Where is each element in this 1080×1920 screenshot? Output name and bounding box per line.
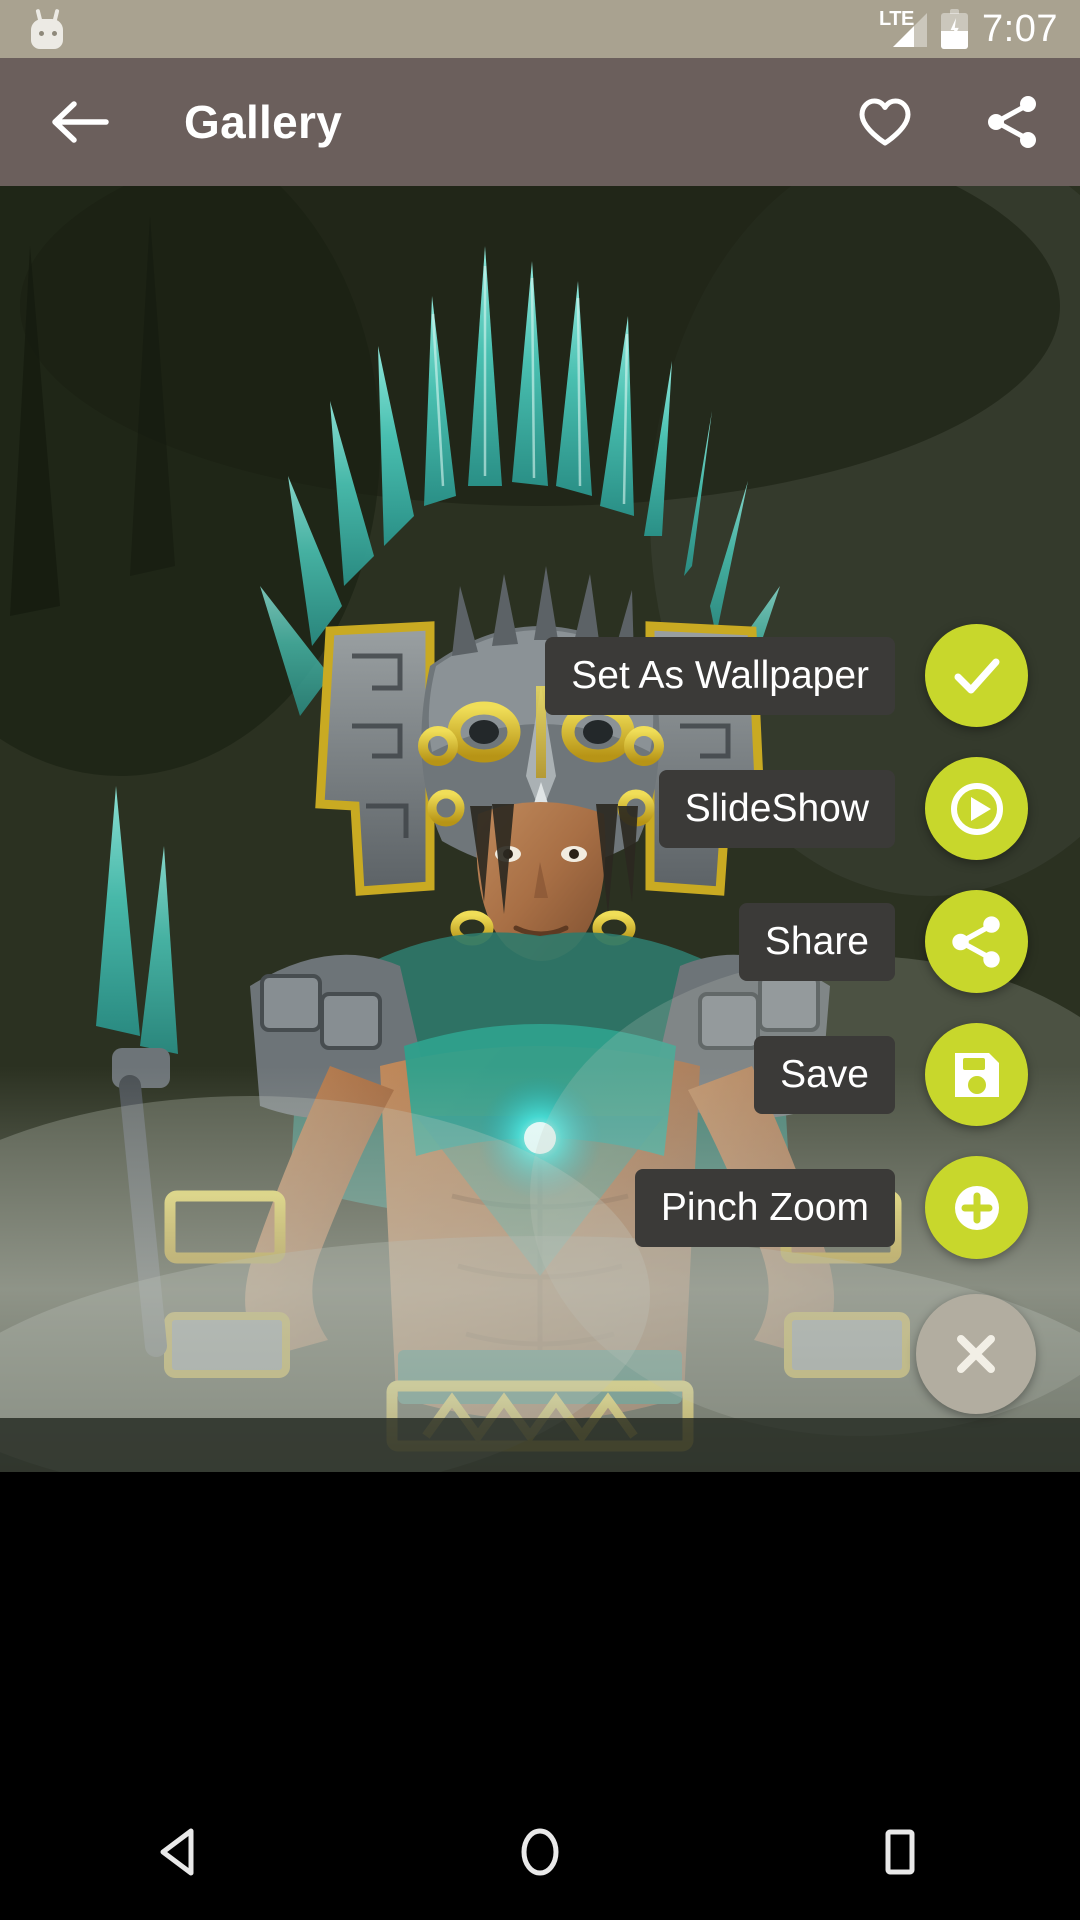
nav-buttons-row	[0, 1784, 1080, 1920]
fab-label-share[interactable]: Share	[738, 902, 895, 981]
network-type-label: LTE	[879, 8, 914, 30]
save-button[interactable]	[925, 1023, 1028, 1126]
triangle-back-icon	[160, 1828, 194, 1876]
favorite-button[interactable]	[854, 91, 916, 153]
fab-label-slideshow[interactable]: SlideShow	[658, 769, 895, 848]
phone-screen: LTE 7:07 Gallery Set As Wallpaper SlideS…	[0, 0, 1080, 1920]
nav-home-button[interactable]	[465, 1784, 615, 1920]
pinch-zoom-button[interactable]	[925, 1156, 1028, 1259]
toolbar-actions	[854, 91, 1044, 153]
play-circle-icon	[950, 782, 1003, 835]
share-image-button[interactable]	[925, 890, 1028, 993]
page-title: Gallery	[184, 96, 343, 148]
fab-label-save[interactable]: Save	[754, 1035, 895, 1114]
floppy-disk-icon	[954, 1052, 999, 1097]
battery-charging-icon	[941, 9, 969, 49]
fab-label-set-as-wallpaper[interactable]: Set As Wallpaper	[545, 636, 895, 715]
share-nodes-icon	[951, 915, 1000, 968]
nav-recents-button[interactable]	[825, 1784, 975, 1920]
slideshow-button[interactable]	[925, 757, 1028, 860]
system-nav-bar	[0, 1472, 1080, 1920]
share-button[interactable]	[982, 91, 1044, 153]
app-toolbar: Gallery	[0, 58, 1080, 186]
square-recents-icon	[885, 1829, 915, 1875]
share-nodes-icon	[988, 96, 1036, 148]
fab-row-share[interactable]: Share	[738, 890, 1028, 993]
android-marshmallow-icon	[26, 8, 68, 50]
close-menu-button[interactable]	[916, 1294, 1036, 1414]
plus-circle-icon	[954, 1185, 999, 1230]
fab-row-save[interactable]: Save	[754, 1023, 1028, 1126]
arrow-left-icon	[52, 101, 109, 143]
set-as-wallpaper-button[interactable]	[925, 624, 1028, 727]
nav-back-button[interactable]	[105, 1784, 255, 1920]
back-button[interactable]	[44, 87, 114, 157]
check-icon	[954, 658, 999, 693]
close-icon	[957, 1335, 995, 1373]
signal-bars-icon: LTE	[879, 8, 928, 49]
fab-label-pinch-zoom[interactable]: Pinch Zoom	[634, 1168, 895, 1247]
circle-home-icon	[521, 1828, 559, 1876]
status-bar-clock: 7:07	[982, 7, 1058, 50]
status-bar-left	[26, 8, 68, 50]
status-bar: LTE 7:07	[0, 0, 1080, 58]
fab-row-close[interactable]	[916, 1294, 1036, 1414]
heart-outline-icon	[859, 98, 911, 146]
fab-row-slideshow[interactable]: SlideShow	[658, 757, 1028, 860]
fab-row-set-as-wallpaper[interactable]: Set As Wallpaper	[545, 624, 1028, 727]
fab-row-pinch-zoom[interactable]: Pinch Zoom	[634, 1156, 1028, 1259]
status-bar-right: LTE 7:07	[879, 7, 1058, 51]
